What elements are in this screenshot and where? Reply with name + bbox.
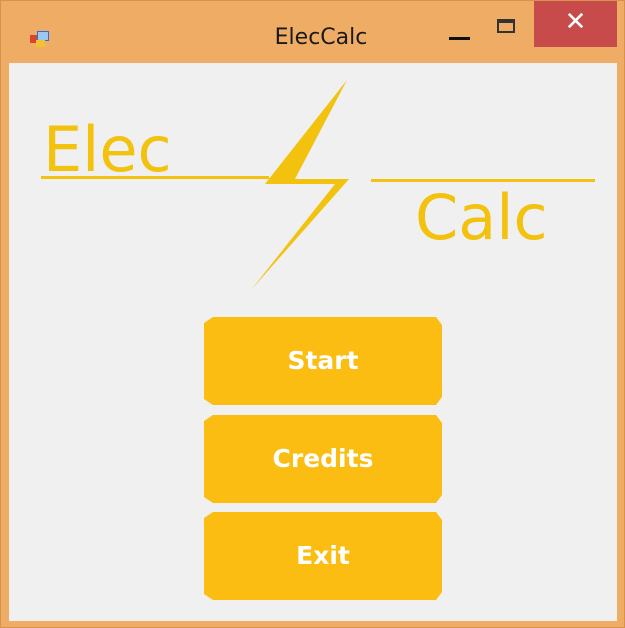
window-title: ElecCalc <box>274 25 368 50</box>
close-button[interactable]: ✕ <box>534 1 617 47</box>
logo-word-right: Calc <box>415 181 548 254</box>
close-icon: ✕ <box>564 7 587 37</box>
minimize-button[interactable] <box>437 9 483 51</box>
maximize-button[interactable] <box>487 9 531 51</box>
app-icon <box>30 31 49 47</box>
logo-word-left: Elec <box>43 113 172 186</box>
bolt-icon <box>251 80 349 290</box>
exit-button[interactable]: Exit <box>204 512 442 600</box>
start-button[interactable]: Start <box>204 317 442 405</box>
app-window: ElecCalc ✕ Elec Calc Start Credits Exit <box>0 0 625 628</box>
maximize-icon <box>497 19 515 33</box>
minimize-icon <box>449 37 470 40</box>
client-area: Elec Calc Start Credits Exit <box>9 63 617 621</box>
elec-calc-logo: Elec Calc <box>41 80 595 290</box>
title-bar[interactable]: ElecCalc ✕ <box>1 1 624 63</box>
credits-button[interactable]: Credits <box>204 415 442 503</box>
